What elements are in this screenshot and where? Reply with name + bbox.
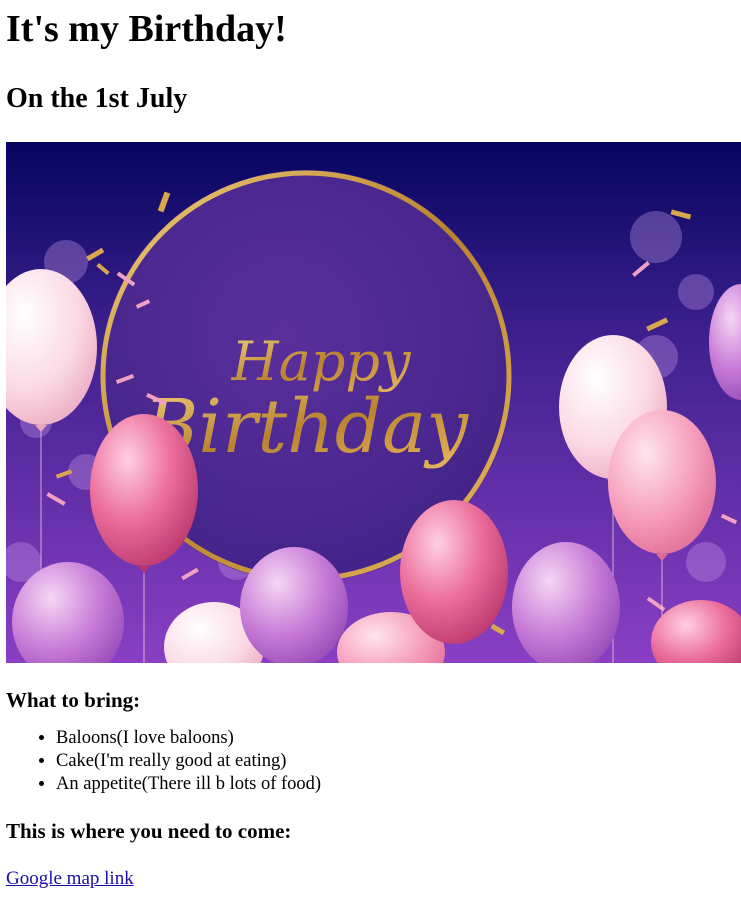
bring-heading: What to bring:: [6, 688, 141, 712]
page-content: It's my Birthday! On the 1st July Happy …: [0, 6, 741, 890]
birthday-banner-image: Happy Birthday: [6, 142, 741, 663]
location-heading: This is where you need to come:: [6, 819, 292, 843]
page-title: It's my Birthday!: [6, 8, 287, 50]
page-subtitle: On the 1st July: [6, 83, 188, 114]
google-map-link[interactable]: Google map link: [6, 868, 134, 890]
list-item: An appetite(There ill b lots of food): [56, 773, 741, 796]
bring-list: Baloons(I love baloons) Cake(I'm really …: [6, 727, 741, 796]
list-item: Baloons(I love baloons): [56, 727, 741, 750]
list-item: Cake(I'm really good at eating): [56, 750, 741, 773]
